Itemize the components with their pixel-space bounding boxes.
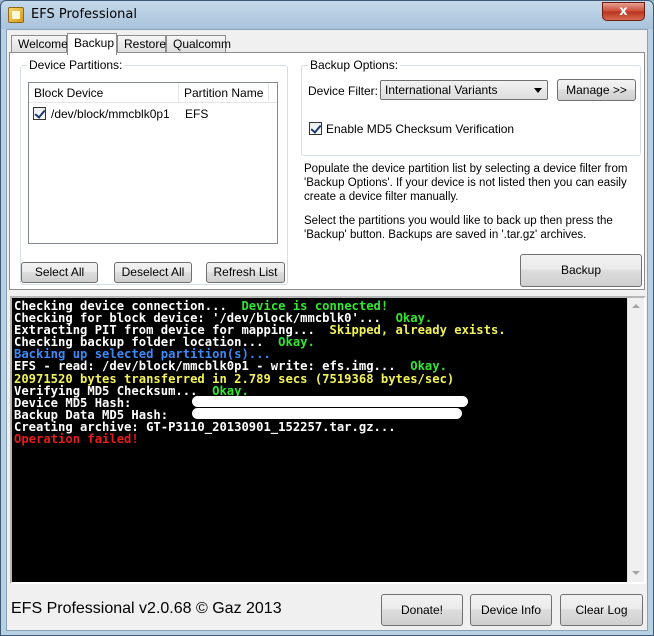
- partition-block-device: /dev/block/mmcblk0p1: [51, 107, 170, 121]
- deselect-all-button[interactable]: Deselect All: [114, 262, 192, 283]
- device-filter-label: Device Filter:: [308, 84, 379, 98]
- main-window: EFS Professional x Welcome Backup Restor…: [0, 0, 654, 636]
- app-icon: [8, 7, 24, 23]
- partition-row[interactable]: /dev/block/mmcblk0p1 EFS: [29, 105, 277, 123]
- manage-button[interactable]: Manage >>: [557, 79, 636, 101]
- info-paragraph-1: Populate the device partition list by se…: [304, 163, 628, 203]
- log-segment: Skipped, already exists.: [329, 323, 506, 338]
- backup-options-label: Backup Options:: [308, 58, 401, 72]
- arrow-down-icon: [632, 571, 640, 575]
- arrow-up-icon: [632, 304, 640, 308]
- version-footer: EFS Professional v2.0.68 © Gaz 2013: [11, 600, 282, 617]
- backup-tab-page: Device Partitions: Block Device Partitio…: [9, 52, 645, 290]
- log-line: Operation failed!: [14, 433, 622, 445]
- redaction-mark: [192, 396, 468, 407]
- log-console[interactable]: Checking device connection... Device is …: [10, 296, 646, 584]
- device-info-button[interactable]: Device Info: [470, 594, 552, 626]
- log-lines: Checking device connection... Device is …: [14, 300, 622, 445]
- log-scrollbar[interactable]: [627, 298, 644, 582]
- backup-button[interactable]: Backup: [520, 254, 642, 287]
- partition-list-header: Block Device Partition Name: [29, 83, 277, 103]
- close-button[interactable]: x: [602, 2, 645, 21]
- md5-checkbox[interactable]: [309, 122, 322, 135]
- device-partitions-group: Device Partitions: Block Device Partitio…: [20, 58, 288, 285]
- device-filter-select[interactable]: International Variants: [380, 80, 548, 100]
- partition-name: EFS: [185, 107, 209, 121]
- title-bar[interactable]: EFS Professional x: [1, 1, 653, 29]
- scroll-down-button[interactable]: [628, 565, 644, 582]
- device-partitions-label: Device Partitions:: [27, 58, 125, 72]
- clear-log-button[interactable]: Clear Log: [560, 594, 643, 626]
- refresh-list-button[interactable]: Refresh List: [206, 262, 285, 283]
- redaction-mark: [192, 408, 462, 419]
- tab-backup[interactable]: Backup: [67, 33, 117, 55]
- window-title: EFS Professional: [31, 7, 137, 22]
- partition-row-checkbox[interactable]: [33, 107, 46, 120]
- select-all-button[interactable]: Select All: [21, 262, 98, 283]
- scroll-up-button[interactable]: [628, 298, 644, 315]
- column-block-device[interactable]: Block Device: [29, 83, 179, 103]
- chevron-down-icon: [534, 88, 542, 93]
- log-segment: Okay.: [278, 335, 315, 350]
- info-paragraph-2: Select the partitions you would like to …: [304, 215, 613, 241]
- donate-button[interactable]: Donate!: [381, 594, 463, 626]
- md5-checkbox-label[interactable]: Enable MD5 Checksum Verification: [326, 122, 514, 136]
- client-area: Welcome Backup Restore Qualcomm Device P…: [6, 29, 648, 631]
- partition-list[interactable]: Block Device Partition Name /dev/block/m…: [28, 82, 278, 244]
- column-partition-name[interactable]: Partition Name: [179, 83, 269, 103]
- backup-options-group: Backup Options: Device Filter: Internati…: [301, 58, 641, 156]
- device-filter-value: International Variants: [385, 83, 498, 97]
- log-segment: Operation failed!: [14, 432, 139, 447]
